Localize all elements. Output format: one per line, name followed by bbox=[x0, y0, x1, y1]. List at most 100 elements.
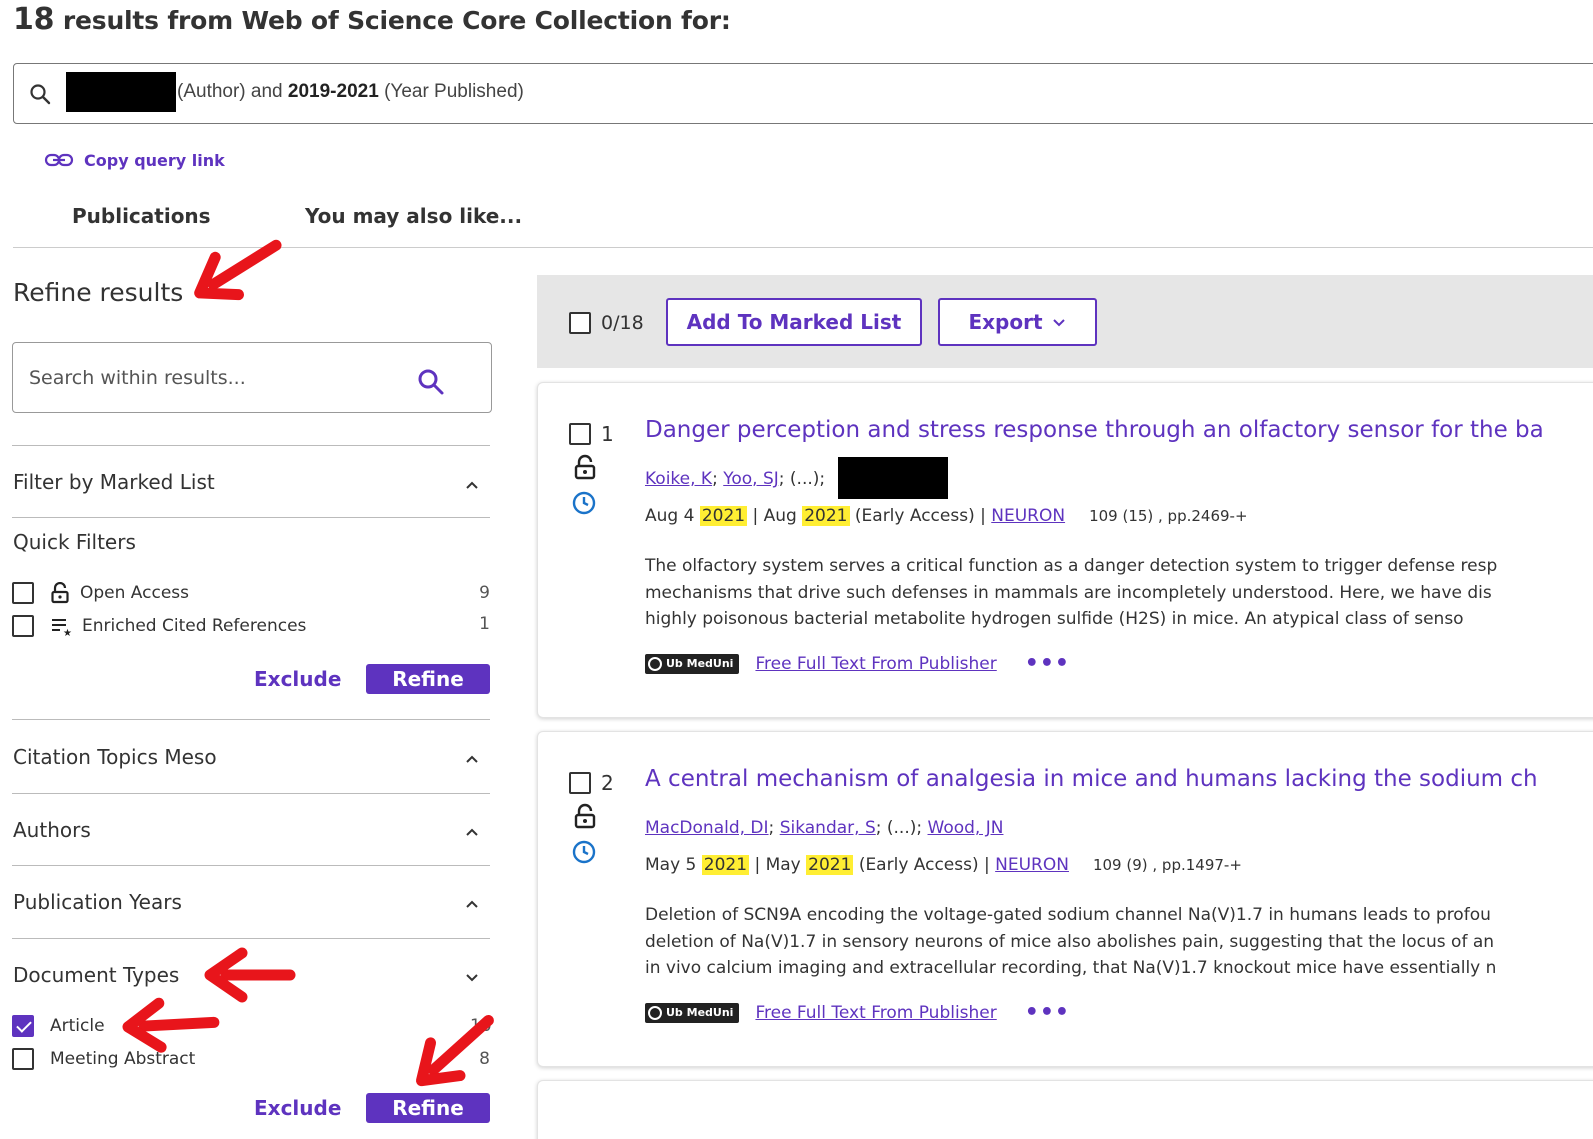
more-options-icon[interactable]: ••• bbox=[1025, 651, 1070, 676]
section-document-types[interactable]: Document Types bbox=[13, 963, 179, 987]
record-card bbox=[537, 1080, 1593, 1139]
results-heading: 18 results from Web of Science Core Coll… bbox=[13, 2, 731, 37]
checkbox[interactable] bbox=[12, 1048, 34, 1070]
exclude-button[interactable]: Exclude bbox=[254, 1096, 341, 1120]
chevron-up-icon[interactable] bbox=[462, 749, 482, 769]
filter-count: 1 bbox=[479, 614, 490, 634]
record-meta: May 5 2021 | May 2021 (Early Access) | N… bbox=[645, 855, 1242, 875]
ub-meduni-badge[interactable]: Ub MedUni bbox=[645, 1002, 740, 1023]
export-label: Export bbox=[968, 310, 1043, 334]
author-link[interactable]: Sikandar, S bbox=[780, 818, 876, 838]
record-number: 1 bbox=[601, 422, 614, 446]
section-filter-marked-list[interactable]: Filter by Marked List bbox=[13, 470, 215, 494]
open-lock-icon bbox=[574, 454, 596, 480]
record-title[interactable]: A central mechanism of analgesia in mice… bbox=[645, 766, 1538, 792]
refine-button[interactable]: Refine bbox=[366, 664, 490, 694]
authors-ellipsis: (...); bbox=[789, 469, 826, 489]
refine-results-title: Refine results bbox=[13, 278, 184, 307]
record-links: Ub MedUni Free Full Text From Publisher … bbox=[645, 651, 1070, 676]
select-all-checkbox[interactable] bbox=[569, 312, 591, 334]
search-icon[interactable] bbox=[416, 367, 446, 397]
divider bbox=[12, 719, 490, 720]
author-link[interactable]: Wood, JN bbox=[928, 818, 1004, 838]
early-access-clock-icon bbox=[572, 840, 596, 864]
section-authors[interactable]: Authors bbox=[13, 818, 91, 842]
record-links: Ub MedUni Free Full Text From Publisher … bbox=[645, 1000, 1070, 1025]
query-text: (Author) and 2019-2021 (Year Published) bbox=[177, 81, 524, 102]
section-citation-topics[interactable]: Citation Topics Meso bbox=[13, 745, 217, 769]
redacted-author bbox=[838, 457, 948, 499]
filter-label: Open Access bbox=[80, 583, 190, 603]
tabs-divider bbox=[13, 247, 1593, 248]
svg-text:★: ★ bbox=[63, 628, 72, 637]
exclude-button[interactable]: Exclude bbox=[254, 667, 341, 691]
authors-ellipsis: (...); bbox=[886, 818, 923, 838]
tab-you-may-also-like[interactable]: You may also like... bbox=[305, 204, 522, 228]
record-title[interactable]: Danger perception and stress response th… bbox=[645, 417, 1544, 443]
annotation-arrow bbox=[194, 239, 282, 301]
divider bbox=[12, 865, 490, 866]
section-quick-filters: Quick Filters bbox=[13, 530, 136, 554]
open-lock-icon bbox=[51, 582, 69, 604]
filter-count: 10 bbox=[470, 1016, 492, 1036]
early-access-clock-icon bbox=[572, 491, 596, 515]
chevron-down-icon[interactable] bbox=[462, 967, 482, 987]
filter-label: Article bbox=[50, 1016, 105, 1036]
copy-query-link[interactable]: Copy query link bbox=[44, 150, 225, 170]
record-checkbox[interactable] bbox=[569, 423, 591, 445]
author-link[interactable]: Koike, K bbox=[645, 469, 712, 489]
tab-publications[interactable]: Publications bbox=[72, 204, 211, 228]
record-number: 2 bbox=[601, 771, 614, 795]
search-within-placeholder: Search within results... bbox=[29, 367, 246, 389]
open-lock-icon bbox=[574, 803, 596, 829]
checkbox[interactable] bbox=[12, 615, 34, 637]
filter-meeting-abstract[interactable]: Meeting Abstract bbox=[12, 1046, 195, 1072]
add-to-marked-list-button[interactable]: Add To Marked List bbox=[666, 298, 922, 346]
divider bbox=[12, 517, 490, 518]
results-count: 18 bbox=[13, 2, 55, 37]
filter-open-access[interactable]: Open Access bbox=[12, 580, 189, 606]
full-text-link[interactable]: Free Full Text From Publisher bbox=[755, 1003, 996, 1023]
filter-article[interactable]: Article bbox=[12, 1013, 105, 1039]
query-box[interactable]: (Author) and 2019-2021 (Year Published) bbox=[13, 63, 1593, 124]
record-meta: Aug 4 2021 | Aug 2021 (Early Access) | N… bbox=[645, 506, 1248, 526]
annotation-arrow bbox=[204, 947, 296, 1003]
filter-enriched-cited-references[interactable]: ★ Enriched Cited References bbox=[12, 613, 306, 639]
chevron-up-icon[interactable] bbox=[462, 475, 482, 495]
enriched-references-icon: ★ bbox=[52, 619, 72, 637]
ub-meduni-badge[interactable]: Ub MedUni bbox=[645, 653, 740, 674]
refine-button[interactable]: Refine bbox=[366, 1093, 490, 1123]
filter-label: Meeting Abstract bbox=[50, 1049, 196, 1069]
link-icon bbox=[44, 153, 74, 167]
chevron-up-icon[interactable] bbox=[462, 894, 482, 914]
chevron-up-icon[interactable] bbox=[462, 822, 482, 842]
more-options-icon[interactable]: ••• bbox=[1025, 1000, 1070, 1025]
checkbox-checked[interactable] bbox=[12, 1015, 34, 1037]
author-link[interactable]: Yoo, SJ bbox=[723, 469, 779, 489]
divider bbox=[12, 938, 490, 939]
select-all[interactable]: 0/18 bbox=[569, 312, 644, 334]
journal-link[interactable]: NEURON bbox=[995, 855, 1069, 875]
redacted-author bbox=[66, 72, 176, 112]
filter-label: Enriched Cited References bbox=[82, 616, 307, 636]
record-select[interactable]: 1 bbox=[569, 422, 614, 446]
author-link[interactable]: MacDonald, DI bbox=[645, 818, 769, 838]
record-authors: Koike, K; Yoo, SJ; (...); bbox=[645, 469, 826, 489]
divider bbox=[12, 445, 490, 446]
record-abstract: Deletion of SCN9A encoding the voltage-g… bbox=[645, 905, 1497, 978]
divider bbox=[12, 793, 490, 794]
full-text-link[interactable]: Free Full Text From Publisher bbox=[755, 654, 996, 674]
record-select[interactable]: 2 bbox=[569, 771, 614, 795]
chevron-down-icon bbox=[1052, 319, 1065, 327]
section-publication-years[interactable]: Publication Years bbox=[13, 890, 182, 914]
search-icon bbox=[30, 84, 51, 105]
filter-count: 8 bbox=[479, 1049, 490, 1069]
record-checkbox[interactable] bbox=[569, 772, 591, 794]
filter-count: 9 bbox=[479, 583, 490, 603]
selected-count: 0/18 bbox=[601, 312, 644, 334]
journal-link[interactable]: NEURON bbox=[991, 506, 1065, 526]
search-within-input[interactable]: Search within results... bbox=[12, 342, 492, 413]
export-button[interactable]: Export bbox=[938, 298, 1097, 346]
checkbox[interactable] bbox=[12, 582, 34, 604]
annotation-arrow bbox=[122, 997, 220, 1053]
